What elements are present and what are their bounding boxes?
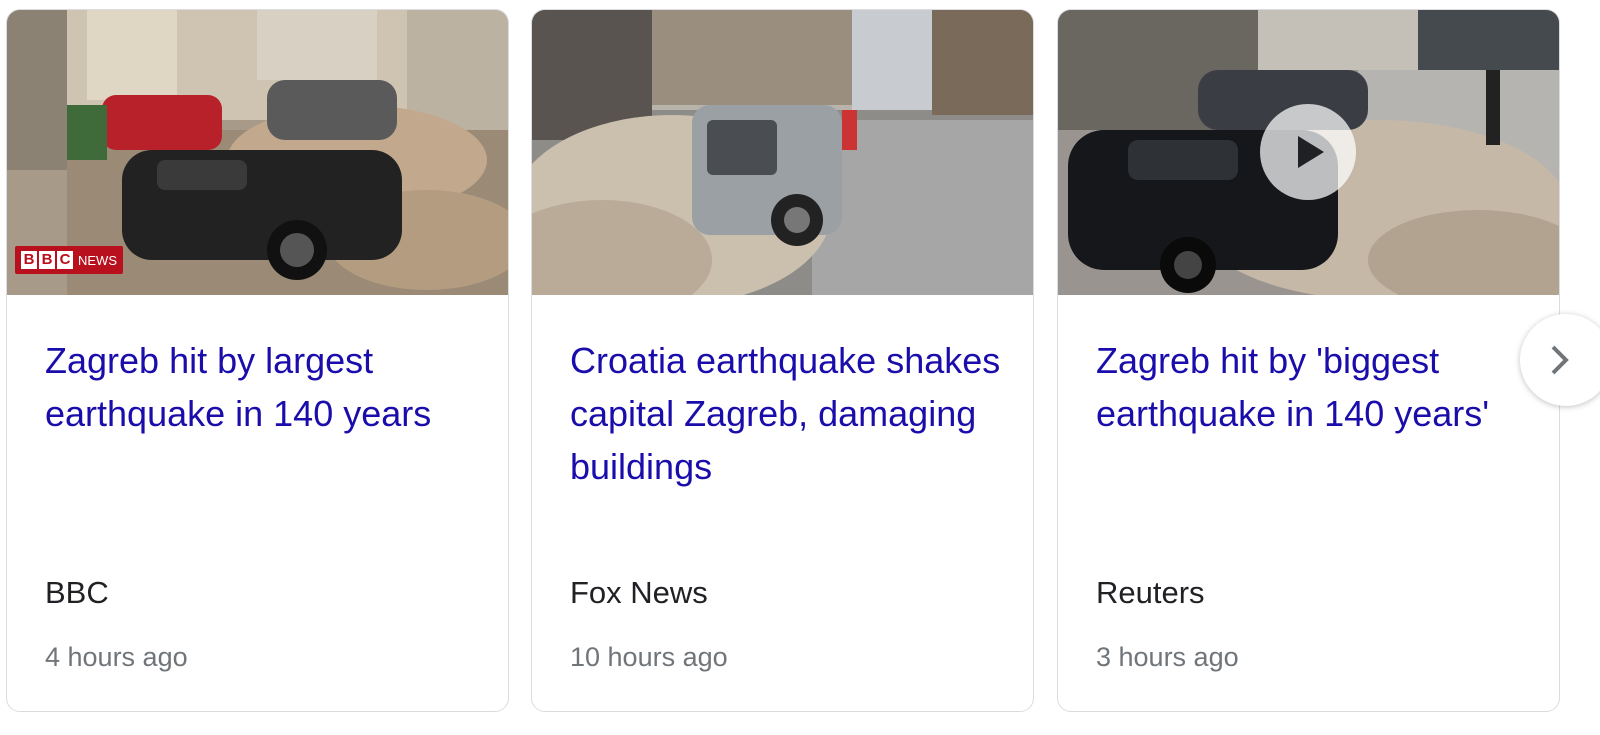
play-icon [1298, 136, 1324, 168]
news-card[interactable]: B B C NEWS Zagreb hit by largest earthqu… [6, 9, 509, 712]
play-button[interactable] [1260, 104, 1356, 200]
news-timestamp: 10 hours ago [570, 642, 728, 672]
news-card[interactable]: Zagreb hit by 'biggest earthquake in 140… [1057, 9, 1560, 712]
news-source: Fox News [570, 575, 708, 610]
bbc-logo-letter: B [21, 251, 37, 269]
bbc-logo-letter: C [57, 251, 73, 269]
news-thumbnail[interactable]: B B C NEWS [7, 10, 508, 295]
news-carousel: B B C NEWS Zagreb hit by largest earthqu… [0, 0, 1600, 735]
news-headline[interactable]: Croatia earthquake shakes capital Zagreb… [570, 334, 1010, 493]
chevron-right-icon [1551, 345, 1569, 375]
news-timestamp: 4 hours ago [45, 642, 188, 672]
news-headline[interactable]: Zagreb hit by largest earthquake in 140 … [45, 334, 485, 440]
news-headline[interactable]: Zagreb hit by 'biggest earthquake in 140… [1096, 334, 1536, 440]
news-thumbnail[interactable] [1058, 10, 1559, 295]
bbc-logo-letter: B [39, 251, 55, 269]
bbc-logo-label: NEWS [78, 252, 117, 268]
news-source: BBC [45, 575, 109, 610]
news-timestamp: 3 hours ago [1096, 642, 1239, 672]
news-card[interactable]: Croatia earthquake shakes capital Zagreb… [531, 9, 1034, 712]
news-thumbnail[interactable] [532, 10, 1033, 295]
bbc-news-logo: B B C NEWS [15, 246, 123, 274]
news-source: Reuters [1096, 575, 1205, 610]
